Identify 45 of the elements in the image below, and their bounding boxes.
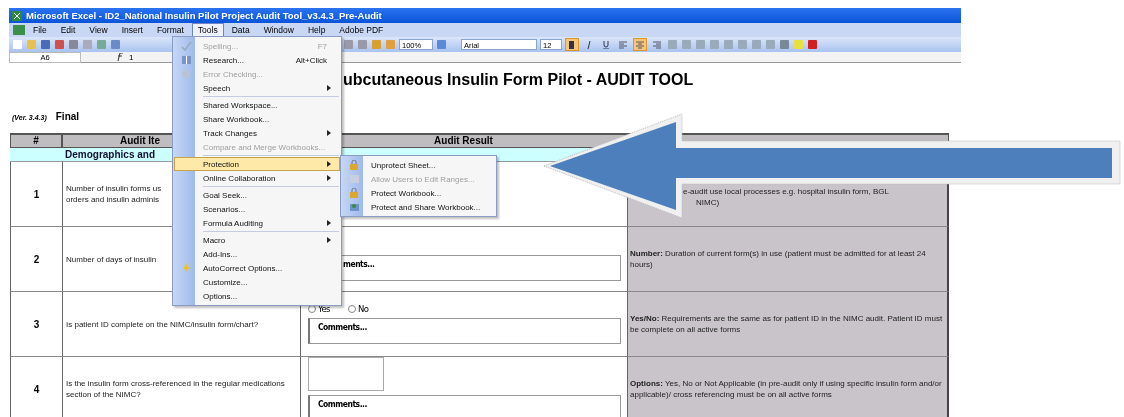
- row-number: 4: [33, 383, 40, 395]
- status-label: Final: [55, 111, 80, 122]
- menu-item[interactable]: Protection: [174, 157, 340, 171]
- audit-item-text: Number of insulin forms us: [66, 183, 162, 194]
- audit-item-text: Is the insulin form cross-referenced in the regular medications section of the NIMC?: [66, 378, 286, 400]
- guidance-text: Yes/No: Requirements are the same as for patient ID in the NIMC audit. Patient ID must be complete on all active forms: [629, 313, 944, 335]
- comments-field[interactable]: Comments...: [308, 318, 621, 344]
- column-header: #: [10, 133, 62, 148]
- menu-item[interactable]: Goal Seek...: [174, 188, 340, 202]
- audit-item-text: orders and insulin adminis: [66, 194, 160, 205]
- row-number: 1: [33, 188, 40, 200]
- menu-item[interactable]: Protect Workbook...: [342, 186, 495, 200]
- sheet-title: ubcutaneous Insulin Form Pilot - AUDIT TOOL: [343, 71, 695, 89]
- guidance-text: Number: Duration of current form(s) in use (patient must be admitted for at least 24 hours): [629, 248, 927, 270]
- guidance-text: e-audit use local processes e.g. hospital insulin form, BGL: [683, 186, 889, 197]
- menu-item[interactable]: Scenarios...: [174, 202, 340, 216]
- menu-item[interactable]: Share Workbook...: [174, 112, 340, 126]
- radio-option[interactable]: No: [347, 304, 369, 314]
- audit-item-text: Number of days of insulin: [66, 253, 157, 265]
- row-number: 3: [33, 318, 40, 330]
- row-number: 2: [33, 253, 40, 265]
- menu-item[interactable]: Online Collaboration: [174, 171, 340, 185]
- menu-item[interactable]: Formula Auditing: [174, 216, 340, 230]
- menu-item[interactable]: Data: [225, 23, 256, 37]
- audit-item-text: Is patient ID complete on the NIMC/insulin form/chart?: [66, 318, 259, 330]
- menu-item[interactable]: Research... Alt+Click: [174, 53, 340, 67]
- window-title: Microsoft Excel - ID2_National Insulin Pilot Project Audit Tool_v3.4.3_Pre-Audit: [26, 10, 382, 21]
- menu-item[interactable]: Speech: [174, 81, 340, 95]
- guidance-text: Options: Yes, No or Not Applicable (in pre-audit only if using specific insulin form and/or applicable)/ cross referencing must be on all active forms: [629, 378, 943, 400]
- menu-item[interactable]: Tools: [191, 23, 224, 37]
- menu-item[interactable]: View: [83, 23, 114, 37]
- menu-item[interactable]: Adobe PDF: [333, 23, 390, 37]
- menu-item[interactable]: Insert: [115, 23, 149, 37]
- comments-field[interactable]: Comments...: [308, 395, 621, 417]
- menu-item[interactable]: Window: [257, 23, 300, 37]
- menu-item[interactable]: Options...: [174, 289, 340, 303]
- menu-item[interactable]: Shared Workspace...: [174, 98, 340, 112]
- menu-item[interactable]: Help: [301, 23, 332, 37]
- menu-item[interactable]: Macro: [174, 233, 340, 247]
- menu-item[interactable]: File: [27, 23, 53, 37]
- formula-value[interactable]: 1: [129, 52, 134, 62]
- menu-item[interactable]: Protect and Share Workbook...: [342, 200, 495, 214]
- menu-item[interactable]: Edit: [54, 23, 82, 37]
- guidance-text: NIMC): [695, 197, 721, 208]
- menu-item[interactable]: Format: [150, 23, 190, 37]
